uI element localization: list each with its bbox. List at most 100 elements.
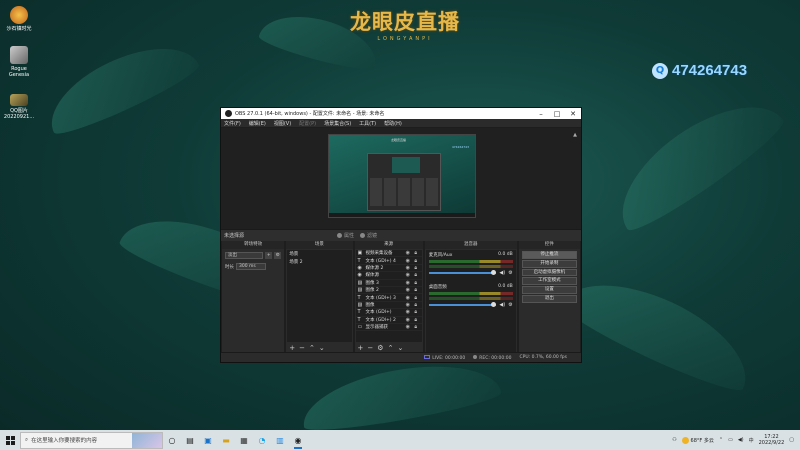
minimize-button[interactable]: – xyxy=(533,110,549,118)
eye-icon[interactable]: ◉ xyxy=(404,265,412,271)
menu-help[interactable]: 帮助(H) xyxy=(384,120,402,127)
lock-icon[interactable]: 🔒︎ xyxy=(412,302,420,308)
eye-icon[interactable]: ◉ xyxy=(404,280,412,286)
eye-icon[interactable]: ◉ xyxy=(404,272,412,278)
ime-indicator[interactable]: 中 xyxy=(749,437,754,444)
close-button[interactable]: ✕ xyxy=(565,110,581,118)
cortana-icon[interactable]: ○ xyxy=(163,430,181,450)
filters-button[interactable]: 滤镜 xyxy=(360,232,377,239)
file-explorer-icon[interactable]: ▬ xyxy=(217,430,235,450)
scene-item[interactable]: 场景 xyxy=(287,250,351,258)
photos-app-icon[interactable]: ▣ xyxy=(199,430,217,450)
add-transition-icon[interactable]: + xyxy=(265,252,273,259)
eye-icon[interactable]: ◉ xyxy=(404,324,412,330)
eye-icon[interactable]: ◉ xyxy=(404,258,412,264)
scene-item[interactable]: 场景 2 xyxy=(287,258,351,266)
gear-icon[interactable]: ⚙ xyxy=(508,302,512,308)
source-item[interactable]: ▨ 图像 ◉ 🔒︎ xyxy=(355,302,422,310)
source-item[interactable]: ◉ 媒体源 2 ◉ 🔒︎ xyxy=(355,265,422,273)
start-button[interactable] xyxy=(0,430,20,450)
menu-tools[interactable]: 工具(T) xyxy=(359,120,376,127)
settings-button[interactable]: 设置 xyxy=(521,286,577,294)
lock-icon[interactable]: 🔒︎ xyxy=(412,324,420,330)
lock-icon[interactable]: 🔒︎ xyxy=(412,280,420,286)
transition-settings-icon[interactable]: ⚙ xyxy=(274,252,282,259)
source-item[interactable]: ▨ 图像 2 ◉ 🔒︎ xyxy=(355,287,422,295)
eye-icon[interactable]: ◉ xyxy=(404,250,412,256)
remove-scene-icon[interactable]: − xyxy=(299,344,305,352)
lock-icon[interactable]: 🔒︎ xyxy=(412,317,420,323)
transition-select[interactable]: 淡出 xyxy=(225,252,264,259)
network-icon[interactable]: ▭ xyxy=(728,437,733,443)
gear-icon[interactable]: ⚙ xyxy=(377,344,383,352)
chevron-up-icon[interactable]: ⌃ xyxy=(719,437,723,443)
eye-icon[interactable]: ◉ xyxy=(404,309,412,315)
move-up-icon[interactable]: ⌃ xyxy=(309,344,315,352)
speaker-icon[interactable]: ◀) xyxy=(499,302,505,308)
notifications-icon[interactable]: ▢ xyxy=(789,437,794,443)
move-up-icon[interactable]: ⌃ xyxy=(388,344,394,352)
menu-profile[interactable]: 配置(P) xyxy=(299,120,316,127)
eye-icon[interactable]: ◉ xyxy=(404,295,412,301)
source-item[interactable]: T 文本 (GDI+) ◉ 🔒︎ xyxy=(355,309,422,317)
obs-taskbar-icon[interactable]: ◉ xyxy=(289,430,307,450)
volume-slider[interactable] xyxy=(428,302,497,307)
exit-button[interactable]: 退出 xyxy=(521,294,577,303)
stop-streaming-button[interactable]: 停止推流 xyxy=(521,251,577,259)
source-item[interactable]: T 文本 (GDI+) 2 ◉ 🔒︎ xyxy=(355,317,422,324)
menu-scene-collection[interactable]: 场景集合(S) xyxy=(324,120,351,127)
bilibili-icon[interactable]: ▥ xyxy=(271,430,289,450)
people-icon[interactable]: ⚇ xyxy=(672,437,676,443)
speaker-icon[interactable]: ◀) xyxy=(499,270,505,276)
source-item[interactable]: ▭ 显示器捕获 ◉ 🔒︎ xyxy=(355,324,422,332)
preview-canvas[interactable]: 龙眼皮直播 474264743 xyxy=(328,134,476,218)
obs-titlebar[interactable]: OBS 27.0.1 (64-bit, windows) - 配置文件: 未命名… xyxy=(221,108,581,119)
move-down-icon[interactable]: ⌄ xyxy=(397,344,403,352)
lock-icon[interactable]: 🔒︎ xyxy=(412,265,420,271)
properties-button[interactable]: 属性 xyxy=(337,232,354,239)
lock-icon[interactable]: 🔒︎ xyxy=(412,309,420,315)
weather-widget[interactable]: 68°F 多云 xyxy=(681,436,714,444)
volume-slider[interactable] xyxy=(428,270,497,275)
taskbar-search[interactable]: ⌕ 在这里输入你要搜索的内容 xyxy=(20,431,163,449)
source-item[interactable]: ▨ 图像 3 ◉ 🔒︎ xyxy=(355,280,422,287)
lock-icon[interactable]: 🔒︎ xyxy=(412,287,420,293)
duration-input[interactable]: 300 ms xyxy=(236,263,266,270)
menu-file[interactable]: 文件(F) xyxy=(224,120,241,127)
start-virtual-camera-button[interactable]: 启动虚拟摄像机 xyxy=(521,268,577,277)
desktop-icon-game2[interactable]: Rogue Genesia xyxy=(2,46,36,78)
menu-edit[interactable]: 编辑(E) xyxy=(249,120,266,127)
store-icon[interactable]: ▦ xyxy=(235,430,253,450)
source-item[interactable]: ▣ 视频采集设备 ◉ 🔒︎ xyxy=(355,250,422,258)
scroll-up-arrow-icon[interactable]: ▲ xyxy=(573,132,577,138)
maximize-button[interactable]: □ xyxy=(549,110,565,118)
lock-icon[interactable]: 🔒︎ xyxy=(412,250,420,256)
eye-icon[interactable]: ◉ xyxy=(404,317,412,323)
eye-icon[interactable]: ◉ xyxy=(404,302,412,308)
move-down-icon[interactable]: ⌄ xyxy=(319,344,325,352)
system-tray: ⚇ 68°F 多云 ⌃ ▭ ◀) 中 17:22 2022/9/22 ▢ xyxy=(672,434,800,446)
task-view-icon[interactable]: ▤ xyxy=(181,430,199,450)
desktop-icon-game1[interactable]: 沙石镇时光 xyxy=(2,6,36,32)
add-source-icon[interactable]: + xyxy=(358,344,364,352)
lock-icon[interactable]: 🔒︎ xyxy=(412,258,420,264)
volume-icon[interactable]: ◀) xyxy=(738,437,744,443)
menu-view[interactable]: 视图(V) xyxy=(274,120,291,127)
desktop-icon-image[interactable]: QQ图片 20220921... xyxy=(2,94,36,120)
source-item[interactable]: ◉ 媒体源 ◉ 🔒︎ xyxy=(355,272,422,280)
eye-icon[interactable]: ◉ xyxy=(404,287,412,293)
remove-source-icon[interactable]: − xyxy=(367,344,373,352)
source-item[interactable]: T 文本 (GDI+) 3 ◉ 🔒︎ xyxy=(355,294,422,302)
live-time: LIVE: 00:00:00 xyxy=(432,355,466,361)
lock-icon[interactable]: 🔒︎ xyxy=(412,272,420,278)
gear-icon[interactable]: ⚙ xyxy=(508,270,512,276)
lock-icon[interactable]: 🔒︎ xyxy=(412,295,420,301)
add-scene-icon[interactable]: + xyxy=(289,344,295,352)
slider-knob[interactable] xyxy=(491,270,497,275)
start-recording-button[interactable]: 开始录制 xyxy=(521,259,577,268)
studio-mode-button[interactable]: 工作室模式 xyxy=(521,277,577,286)
edge-icon[interactable]: ◔ xyxy=(253,430,271,450)
slider-knob[interactable] xyxy=(491,302,497,307)
source-item[interactable]: T 文本 (GDI+) 4 ◉ 🔒︎ xyxy=(355,257,422,265)
clock[interactable]: 17:22 2022/9/22 xyxy=(759,434,785,446)
